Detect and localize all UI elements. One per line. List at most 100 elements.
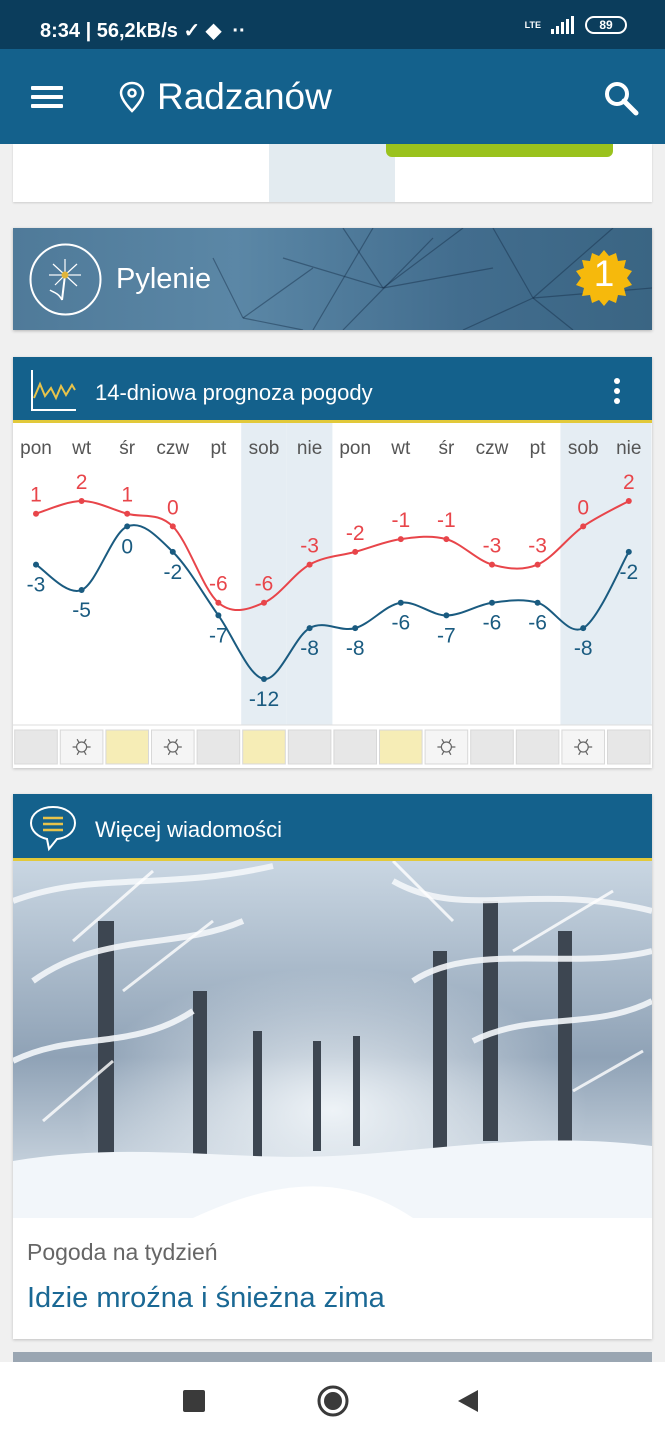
empty-tile <box>14 729 58 765</box>
shield-icon: ◆ <box>205 20 222 42</box>
day-label: pon <box>339 438 371 459</box>
menu-icon-bar <box>31 86 63 90</box>
dandelion-background <box>212 228 652 330</box>
menu-icon-bar <box>31 95 63 99</box>
low-temp-label: -8 <box>574 637 593 660</box>
low-temp-point <box>443 612 450 619</box>
day-label: sob <box>249 438 280 459</box>
winter-forest-image[interactable] <box>13 861 652 1218</box>
low-temp-point <box>352 625 359 632</box>
high-temp-point <box>124 510 131 517</box>
low-temp-label: -6 <box>391 612 410 635</box>
high-temp-point <box>169 523 176 530</box>
download-done-icon: ✓ <box>183 20 201 42</box>
low-temp-label: 0 <box>121 535 133 558</box>
snowflake-core <box>75 741 88 753</box>
lte-label: LTE <box>524 19 541 30</box>
news-card[interactable]: Więcej wiadomości Pogoda na tydzień Idzi… <box>13 794 652 1339</box>
pollen-level-value: 1 <box>593 253 615 294</box>
green-action-button[interactable] <box>386 144 613 157</box>
news-kicker: Pogoda na tydzień <box>27 1239 218 1265</box>
status-bar: 8:34 | 56,2kB/s ✓ ◆ ·· LTE 89 <box>0 0 665 49</box>
high-temp-point <box>352 548 359 555</box>
low-temp-point <box>489 599 495 606</box>
app-bar: Radzanów <box>0 49 665 144</box>
day-label: wt <box>71 438 92 459</box>
high-temp-point <box>215 599 222 606</box>
high-temp-point <box>78 498 85 504</box>
sun-tile <box>242 729 286 765</box>
low-temp-label: -8 <box>346 637 365 660</box>
more-dot <box>614 398 620 404</box>
menu-button[interactable] <box>24 75 68 119</box>
menu-icon-bar <box>31 104 63 108</box>
low-temp-label: -12 <box>249 688 279 711</box>
low-temp-point <box>78 587 85 593</box>
high-temp-label: -1 <box>437 509 456 532</box>
low-temp-point <box>124 523 131 530</box>
empty-tile <box>196 729 241 765</box>
day-label: śr <box>438 438 455 459</box>
low-temp-point <box>169 548 176 555</box>
low-temp-point <box>397 599 404 606</box>
high-temp-label: 2 <box>623 471 635 494</box>
low-temp-point <box>306 625 313 632</box>
high-temp-label: 1 <box>121 484 133 507</box>
dandelion-icon <box>29 243 102 316</box>
location-pin-icon <box>119 81 145 113</box>
signal-icon <box>551 16 574 34</box>
home-button[interactable] <box>316 1384 350 1418</box>
location-title[interactable]: Radzanów <box>157 76 332 118</box>
low-temp-point <box>580 625 587 632</box>
status-indicators: LTE 89 <box>525 16 627 34</box>
day-label: nie <box>297 438 322 459</box>
news-headline[interactable]: Idzie mroźna i śnieżna zima <box>27 1282 385 1315</box>
high-temp-point <box>397 536 404 543</box>
day-label: wt <box>390 438 411 459</box>
high-temp-label: -3 <box>483 535 502 558</box>
day-label: czw <box>156 438 189 459</box>
news-section-title: Więcej wiadomości <box>95 817 283 842</box>
low-temp-point <box>261 676 267 682</box>
weekend-shade <box>286 423 333 725</box>
forecast-card[interactable]: 14-dniowa prognoza pogody pon wt śr czw pt so… <box>13 357 652 768</box>
forecast-title: 14-dniowa prognoza pogody <box>95 380 373 405</box>
high-temp-point <box>489 561 495 568</box>
low-temp-label: -6 <box>528 612 547 635</box>
back-button[interactable] <box>456 1388 482 1414</box>
more-dot <box>614 378 620 384</box>
day-label: śr <box>119 438 136 459</box>
low-temp-label: -3 <box>27 574 46 597</box>
pollen-banner[interactable]: Pylenie 1 <box>13 228 652 330</box>
empty-tile <box>607 729 651 765</box>
high-temp-label: -1 <box>391 509 410 532</box>
more-notifications-icon: ·· <box>226 20 246 42</box>
snowflake-core <box>440 741 452 753</box>
high-temp-point <box>306 561 313 568</box>
high-temp-label: -2 <box>346 522 365 545</box>
system-nav-bar <box>0 1362 665 1440</box>
low-temp-label: -8 <box>300 637 319 660</box>
low-temp-point <box>33 561 39 568</box>
battery-level: 89 <box>599 18 613 32</box>
high-temp-label: 0 <box>577 496 589 519</box>
high-temp-label: 2 <box>76 471 88 494</box>
low-temp-label: -6 <box>483 612 502 635</box>
low-temp-label: -5 <box>72 599 91 622</box>
day-label: pon <box>20 438 52 459</box>
forecast-chart: pon wt śr czw pt sob nie pon wt śr czw pt sob nie1210… <box>13 423 652 765</box>
recents-button[interactable] <box>183 1390 205 1412</box>
low-temp-label: -2 <box>163 561 182 584</box>
day-label: nie <box>616 438 641 459</box>
high-temp-label: -6 <box>255 573 274 596</box>
high-temp-label: -3 <box>300 535 319 558</box>
sun-tile <box>379 729 423 765</box>
search-icon[interactable] <box>600 77 642 119</box>
more-dot <box>614 388 620 394</box>
more-options-icon[interactable] <box>607 375 627 407</box>
chart-line-icon <box>31 370 76 411</box>
high-temp-label: 0 <box>167 496 179 519</box>
empty-tile <box>287 729 332 765</box>
chat-bubble-icon <box>29 805 77 852</box>
low-temp-point <box>215 612 222 619</box>
